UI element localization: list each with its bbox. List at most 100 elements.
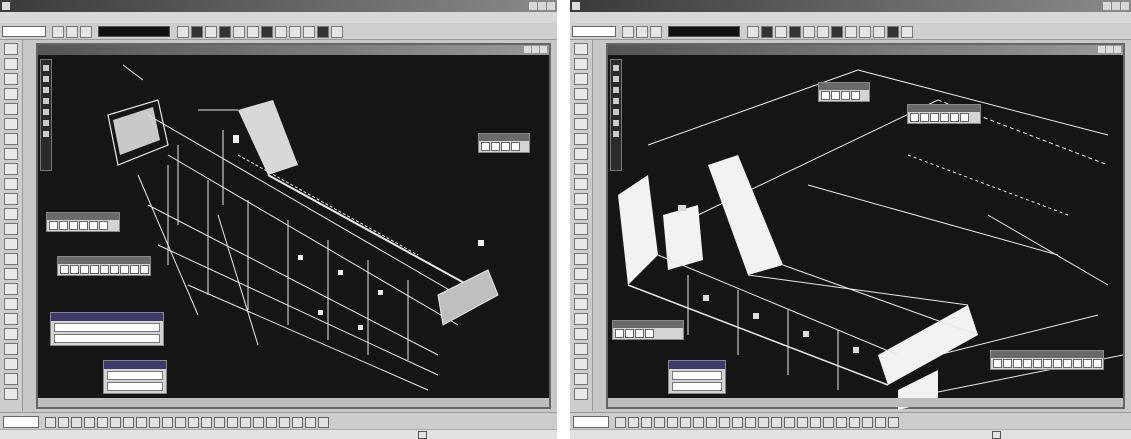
tool-icon[interactable] [187,417,199,428]
dialog-field[interactable] [672,371,722,380]
tool-icon[interactable] [491,142,500,151]
view-icon[interactable] [613,98,619,104]
tool-icon[interactable] [4,43,18,55]
toolbar-button[interactable] [51,26,64,38]
tool-icon[interactable] [70,265,79,274]
tool-icon[interactable] [161,417,173,428]
tool-icon[interactable] [239,417,251,428]
close-icon[interactable] [1114,46,1121,53]
tool-icon[interactable] [226,417,238,428]
tool-icon[interactable] [574,163,588,175]
tool-icon[interactable] [574,343,588,355]
toolbar-button[interactable] [844,26,857,38]
tool-icon[interactable] [252,417,264,428]
tool-icon[interactable] [96,417,108,428]
tool-icon[interactable] [950,113,959,122]
tool-icon[interactable] [615,329,624,338]
tool-icon[interactable] [718,417,730,428]
lock-icon[interactable] [418,431,427,439]
tool-icon[interactable] [574,88,588,100]
tool-icon[interactable] [679,417,691,428]
tool-icon[interactable] [4,223,18,235]
dialog-field[interactable] [672,382,722,391]
tool-icon[interactable] [511,142,520,151]
view-icon[interactable] [43,65,49,71]
tool-icon[interactable] [1093,359,1102,368]
color-swatch[interactable] [668,26,741,37]
building-wireframe-model[interactable] [38,55,549,410]
tool-icon[interactable] [574,238,588,250]
dialog-field[interactable] [54,323,160,332]
tool-icon[interactable] [574,208,588,220]
dialog-field[interactable] [107,371,163,380]
tool-icon[interactable] [574,388,588,400]
maximize-icon[interactable] [1106,46,1113,53]
tool-icon[interactable] [317,417,329,428]
tool-icon[interactable] [574,253,588,265]
tool-icon[interactable] [625,329,634,338]
toolbar-button[interactable] [302,26,315,38]
view-icon[interactable] [613,76,619,82]
tool-icon[interactable] [60,265,69,274]
toolbar-button[interactable] [621,26,634,38]
tool-icon[interactable] [122,417,134,428]
tool-icon[interactable] [574,283,588,295]
tool-icon[interactable] [848,417,860,428]
tool-icon[interactable] [692,417,704,428]
toolbar-button[interactable] [260,26,273,38]
tool-icon[interactable] [148,417,160,428]
toolbar-button[interactable] [79,26,92,38]
toolbar-button[interactable] [204,26,217,38]
tool-icon[interactable] [940,113,949,122]
view-icon[interactable] [43,120,49,126]
view-icon[interactable] [43,76,49,82]
tool-icon[interactable] [4,73,18,85]
tool-icon[interactable] [4,283,18,295]
tool-icon[interactable] [757,417,769,428]
tool-icon[interactable] [213,417,225,428]
tool-icon[interactable] [4,178,18,190]
tool-icon[interactable] [120,265,129,274]
tool-icon[interactable] [99,221,108,230]
view-icon[interactable] [43,98,49,104]
view-icon[interactable] [43,131,49,137]
tool-icon[interactable] [4,88,18,100]
tool-icon[interactable] [291,417,303,428]
tool-icon[interactable] [90,265,99,274]
view-icon[interactable] [613,109,619,115]
tool-icon[interactable] [481,142,490,151]
tool-icon[interactable] [70,417,82,428]
tool-icon[interactable] [574,58,588,70]
tool-icon[interactable] [110,265,119,274]
toolbar-button[interactable] [246,26,259,38]
toolbar-button[interactable] [830,26,843,38]
tool-icon[interactable] [887,417,899,428]
tool-icon[interactable] [930,113,939,122]
maximize-icon[interactable] [532,46,539,53]
toolbar-button[interactable] [65,26,78,38]
minimize-icon[interactable] [1103,2,1111,10]
tool-icon[interactable] [1033,359,1042,368]
tool-icon[interactable] [4,193,18,205]
tool-icon[interactable] [993,359,1002,368]
toolbar-button[interactable] [900,26,913,38]
dialog-field[interactable] [107,382,163,391]
tool-icon[interactable] [574,193,588,205]
tool-icon[interactable] [574,223,588,235]
tool-icon[interactable] [4,268,18,280]
tool-icon[interactable] [304,417,316,428]
tool-icon[interactable] [574,298,588,310]
tool-icon[interactable] [501,142,510,151]
tool-icon[interactable] [4,358,18,370]
toolbar-button[interactable] [176,26,189,38]
tool-icon[interactable] [4,373,18,385]
tool-icon[interactable] [653,417,665,428]
toolbar-button[interactable] [886,26,899,38]
tool-icon[interactable] [831,91,840,100]
close-icon[interactable] [547,2,555,10]
toolbar-button[interactable] [774,26,787,38]
tool-icon[interactable] [278,417,290,428]
tool-icon[interactable] [574,178,588,190]
tool-icon[interactable] [574,43,588,55]
tool-icon[interactable] [49,221,58,230]
